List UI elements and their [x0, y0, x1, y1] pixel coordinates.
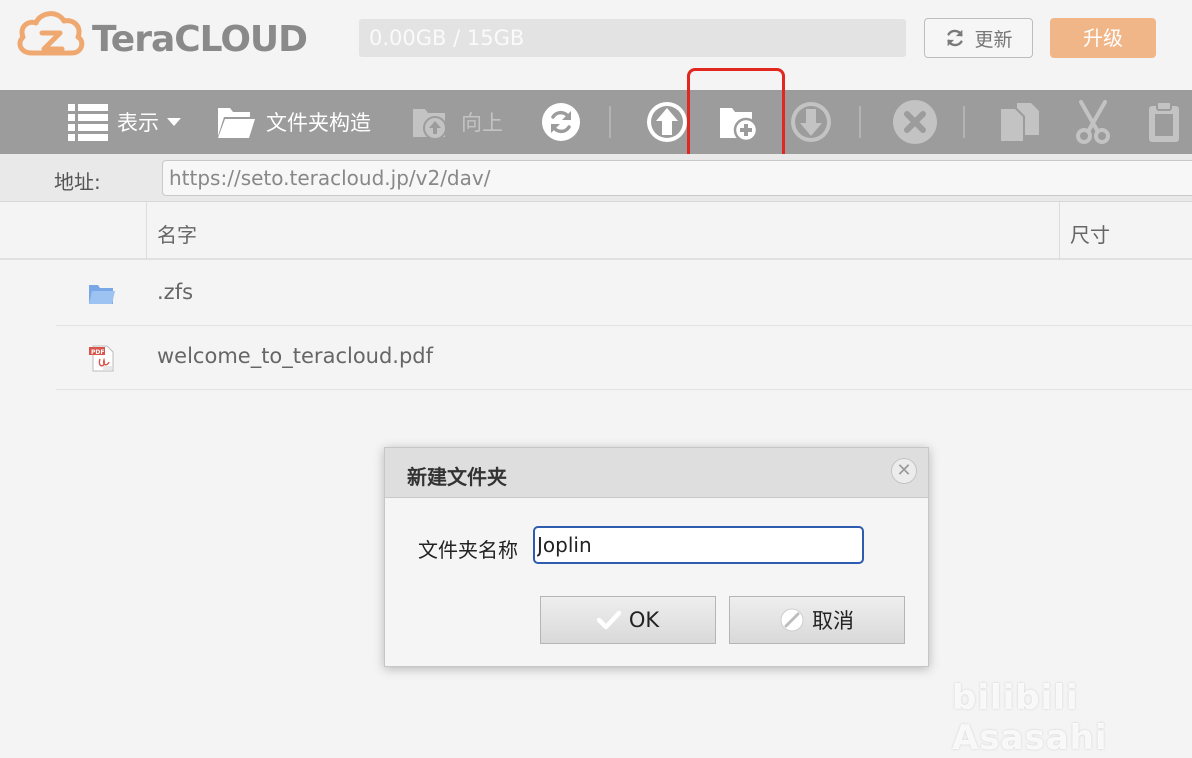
- toolbar: 表示 文件夹构造 向上: [0, 90, 1192, 154]
- close-icon[interactable]: ✕: [891, 458, 917, 484]
- teracloud-logo[interactable]: TeraCLOUD: [14, 4, 314, 68]
- upgrade-button[interactable]: 升级: [1050, 18, 1156, 58]
- scissors-icon: [1076, 100, 1110, 144]
- delete-button[interactable]: [893, 90, 937, 154]
- copy-icon: [1001, 103, 1039, 141]
- dialog-titlebar: 新建文件夹 ✕: [385, 448, 928, 498]
- refresh-button[interactable]: 更新: [924, 18, 1033, 58]
- cancel-icon: [780, 608, 804, 632]
- cancel-button[interactable]: 取消: [729, 596, 905, 644]
- address-bar: 地址: https://seto.teracloud.jp/v2/dav/: [0, 154, 1192, 202]
- upload-button[interactable]: [647, 90, 687, 154]
- download-icon: [791, 102, 831, 142]
- pdf-file-icon: PDF: [89, 345, 114, 372]
- upload-icon: [647, 102, 687, 142]
- file-list-header: 名字 尺寸: [0, 202, 1192, 260]
- column-divider: [146, 202, 147, 260]
- caret-down-icon: [167, 118, 181, 126]
- folder-up-icon: [413, 109, 447, 140]
- reload-button[interactable]: [542, 90, 580, 154]
- file-row[interactable]: .zfs: [56, 262, 1192, 326]
- refresh-label: 更新: [974, 28, 1013, 51]
- up-button[interactable]: 向上: [411, 90, 503, 154]
- view-label: 表示: [117, 111, 159, 135]
- ok-label: OK: [628, 608, 660, 632]
- svg-text:PDF: PDF: [91, 349, 104, 356]
- file-name: welcome_to_teracloud.pdf: [157, 344, 434, 368]
- copy-button[interactable]: [999, 90, 1041, 154]
- file-name: .zfs: [157, 280, 194, 304]
- paste-button[interactable]: [1147, 90, 1181, 154]
- download-button[interactable]: [791, 90, 831, 154]
- toolbar-divider: [859, 106, 861, 138]
- cut-button[interactable]: [1073, 90, 1113, 154]
- ok-button[interactable]: OK: [540, 596, 716, 644]
- folder-structure-label: 文件夹构造: [266, 111, 371, 135]
- address-input[interactable]: https://seto.teracloud.jp/v2/dav/: [162, 160, 1192, 196]
- bilibili-watermark: bilibili Asasahi: [952, 678, 1108, 758]
- toolbar-divider: [963, 106, 965, 138]
- brand-name: TeraCLOUD: [92, 18, 308, 60]
- up-label: 向上: [461, 111, 503, 135]
- folder-icon: [89, 285, 115, 304]
- checkmark-icon: [596, 610, 621, 630]
- refresh-icon: [947, 29, 964, 47]
- address-label: 地址:: [54, 170, 101, 194]
- file-row[interactable]: PDF welcome_to_teracloud.pdf: [56, 326, 1192, 390]
- cancel-label: 取消: [812, 609, 854, 633]
- column-header-size[interactable]: 尺寸: [1070, 219, 1110, 248]
- delete-icon: [893, 100, 937, 144]
- list-view-icon: [68, 104, 108, 141]
- column-header-name[interactable]: 名字: [157, 219, 197, 248]
- new-folder-dialog: 新建文件夹 ✕ 文件夹名称 OK 取消: [384, 447, 929, 667]
- view-menu-button[interactable]: 表示: [68, 90, 181, 154]
- cloud-logo-icon: [17, 11, 85, 56]
- sync-icon: [542, 103, 580, 141]
- storage-quota-bar: 0.00GB / 15GB: [359, 19, 906, 57]
- header: TeraCLOUD 0.00GB / 15GB 更新 升级: [0, 0, 1192, 90]
- folder-name-input[interactable]: [533, 526, 864, 564]
- column-divider: [1059, 202, 1060, 260]
- dialog-title: 新建文件夹: [407, 465, 507, 489]
- clipboard-icon: [1149, 101, 1179, 142]
- folder-name-label: 文件夹名称: [418, 538, 518, 562]
- folder-open-icon: [218, 108, 255, 138]
- toolbar-divider: [609, 106, 611, 138]
- folder-structure-button[interactable]: 文件夹构造: [216, 90, 371, 154]
